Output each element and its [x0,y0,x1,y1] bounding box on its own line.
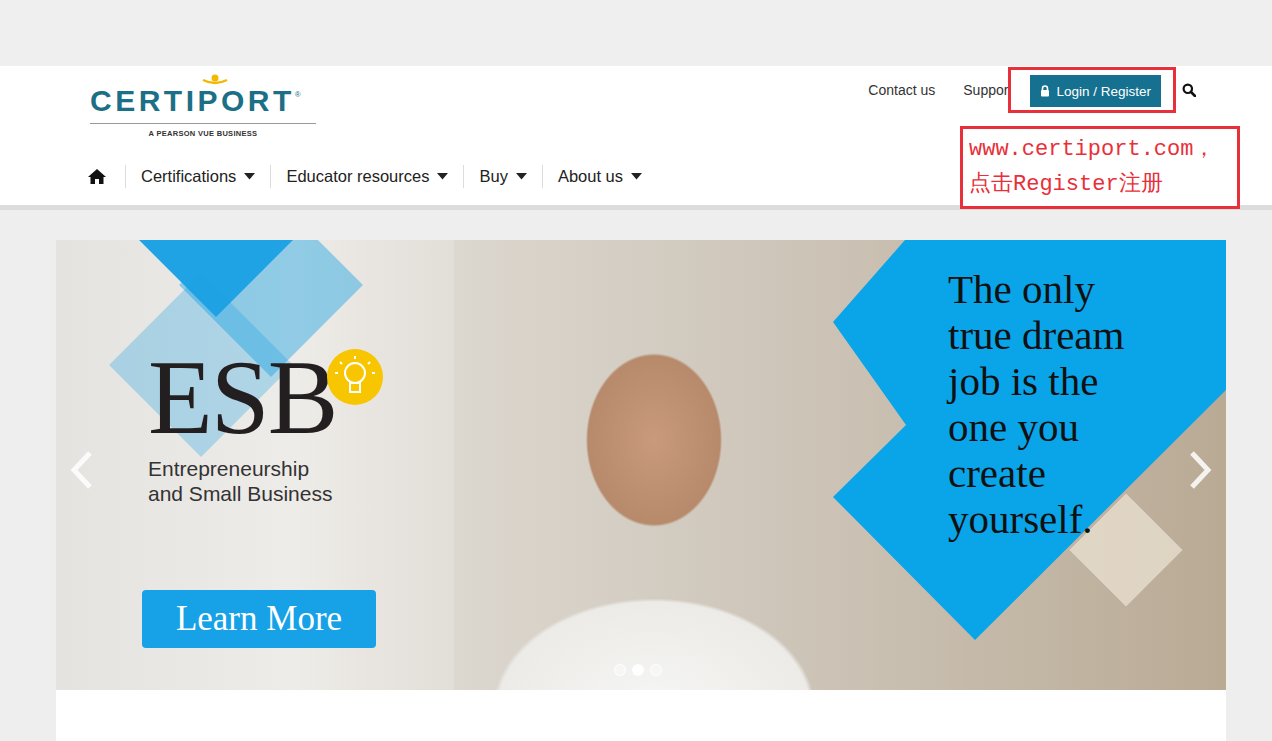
caret-down-icon [516,173,527,180]
annotation-line: 点击Register注册 [969,167,1237,202]
hero-carousel: ESB Entrepreneurshipand Small Business L… [56,240,1226,690]
next-arrow-icon[interactable] [1186,450,1214,490]
annotation-line: www.certiport.com， [969,132,1237,167]
person-icon [202,74,228,88]
esb-block: ESB Entrepreneurshipand Small Business L… [56,240,454,648]
carousel-dots [614,664,662,676]
lightbulb-icon [326,348,384,406]
logo-name: CERTIPORT [90,84,295,117]
nav-item[interactable]: Educator resources [270,165,463,188]
page: CERTIPORT ® A PEARSON VUE BUSINESS Conta… [0,0,1272,741]
esb-subtitle: Entrepreneurshipand Small Business [148,456,332,506]
caret-down-icon [631,173,642,180]
login-register-button[interactable]: Login / Register [1030,75,1161,107]
logo-underline [90,123,316,124]
logo-mark: CERTIPORT ® [90,74,316,117]
hero-quote: The onlytrue dreamjob is theone youcreat… [948,266,1124,542]
content-area [56,690,1226,741]
esb-logo: ESB [148,352,336,444]
carousel-dot[interactable] [614,664,626,676]
slide-left-panel: ESB Entrepreneurshipand Small Business L… [56,240,454,690]
nav-item[interactable]: Certifications [125,165,270,188]
carousel-dot[interactable] [632,664,644,676]
logo-registered: ® [295,90,301,99]
search-icon[interactable] [1182,83,1196,97]
home-icon[interactable] [87,168,107,185]
carousel-dot[interactable] [650,664,662,676]
caret-down-icon [437,173,448,180]
annotation-note: www.certiport.com，点击Register注册 [960,126,1240,209]
learn-more-button[interactable]: Learn More [142,590,376,648]
caret-down-icon [244,173,255,180]
top-links: Contact us Suppor Login / Register [868,67,1196,113]
nav-item[interactable]: About us [542,165,657,188]
top-link[interactable]: Contact us [868,82,935,98]
certiport-logo[interactable]: CERTIPORT ® A PEARSON VUE BUSINESS [90,74,316,156]
top-link[interactable]: Suppor [963,82,1008,98]
site-header: CERTIPORT ® A PEARSON VUE BUSINESS Conta… [0,66,1272,210]
prev-arrow-icon[interactable] [68,450,96,490]
top-strip [0,0,1272,66]
nav-item[interactable]: Buy [463,165,541,188]
logo-tagline: A PEARSON VUE BUSINESS [90,129,316,138]
annotation-highlight: Login / Register [1008,67,1176,113]
lock-icon [1040,85,1050,97]
